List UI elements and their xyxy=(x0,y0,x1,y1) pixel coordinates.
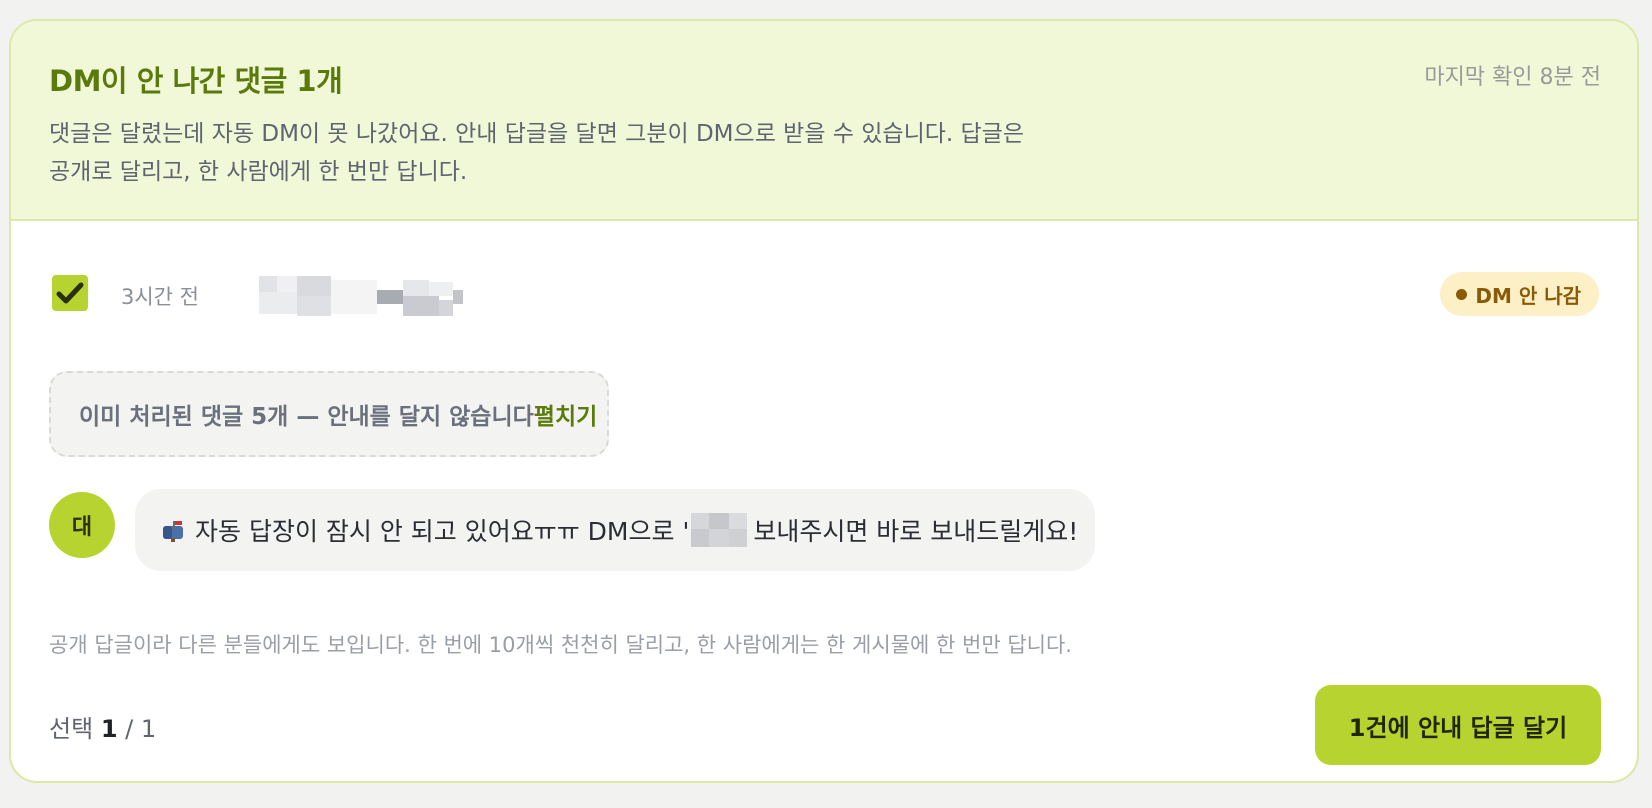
selection-selected: 1 xyxy=(100,715,118,743)
avatar: 대 xyxy=(49,492,115,558)
comment-checkbox[interactable] xyxy=(52,275,88,311)
card-description: 댓글은 달렸는데 자동 DM이 못 나갔어요. 안내 답글을 달면 그분이 DM… xyxy=(49,121,1025,185)
status-dot-icon xyxy=(1456,288,1468,300)
last-checked-label: 마지막 확인 8분 전 xyxy=(1424,65,1601,90)
comment-time: 3시간 전 xyxy=(121,285,199,309)
status-badge-label: DM 안 나감 xyxy=(1475,283,1581,308)
processed-comments-text: 이미 처리된 댓글 5개 — 안내를 달지 않습니다 xyxy=(79,404,534,430)
public-reply-note: 공개 답글이라 다른 분들에게도 보입니다. 한 번에 10개씩 천천히 달리고… xyxy=(49,633,1072,657)
selection-count: 선택 1 / 1 xyxy=(49,709,156,744)
card-title: DM이 안 나간 댓글 1개 xyxy=(49,64,343,98)
mailbox-icon xyxy=(161,519,187,542)
card-header: DM이 안 나간 댓글 1개 마지막 확인 8분 전 댓글은 달렸는데 자동 D… xyxy=(11,21,1637,221)
processed-comments-notice: 이미 처리된 댓글 5개 — 안내를 달지 않습니다 펼치기 xyxy=(49,371,609,457)
selection-label: 선택 xyxy=(49,715,94,743)
expand-link[interactable]: 펼치기 xyxy=(534,397,597,431)
reply-text-before: 자동 답장이 잠시 안 되고 있어요ㅠㅠ DM으로 ' xyxy=(195,517,690,546)
dm-failed-card: DM이 안 나간 댓글 1개 마지막 확인 8분 전 댓글은 달렸는데 자동 D… xyxy=(9,19,1639,783)
reply-text-after: 보내주시면 바로 보내드릴게요! xyxy=(753,517,1079,546)
redacted-username xyxy=(259,276,475,320)
status-badge: DM 안 나감 xyxy=(1440,272,1599,316)
reply-preview-bubble: 자동 답장이 잠시 안 되고 있어요ㅠㅠ DM으로 ' 보내주시면 바로 보내드… xyxy=(135,489,1095,571)
selection-total: / 1 xyxy=(125,715,157,743)
checkmark-icon xyxy=(56,282,84,304)
post-reply-button[interactable]: 1건에 안내 답글 달기 xyxy=(1315,685,1601,765)
comment-row[interactable]: 3시간 전 DM 안 나감 xyxy=(11,269,1637,316)
redacted-keyword xyxy=(691,513,748,547)
